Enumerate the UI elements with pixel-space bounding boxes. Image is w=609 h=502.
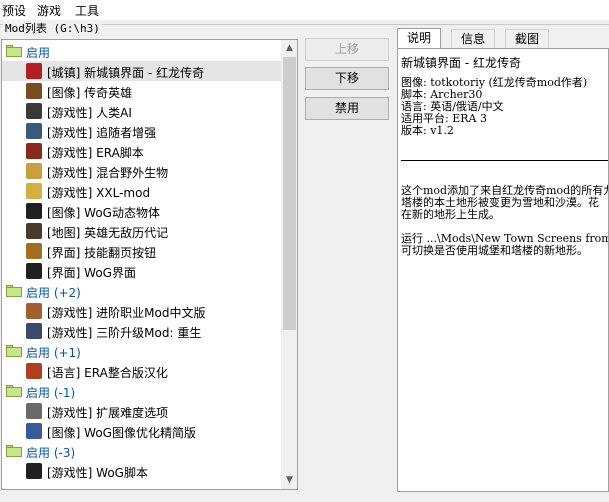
folder-icon xyxy=(6,445,22,457)
mod-label: [游戏性] WoG脚本 xyxy=(47,466,148,480)
group-label: 启用 (-1) xyxy=(26,386,76,400)
mod-label: [游戏性] 追随者增强 xyxy=(47,126,157,140)
tree-scrollbar[interactable]: ▲ ▼ xyxy=(281,40,297,489)
mod-meta: 图像: totkotoriy (红龙传奇mod作者) 脚本: Archer30 … xyxy=(401,76,588,137)
scroll-thumb[interactable] xyxy=(283,57,296,330)
button-icon xyxy=(26,243,42,259)
image-opt-icon xyxy=(26,423,42,439)
mod-item[interactable]: [城镇] 新城镇界面 - 红龙传奇 xyxy=(2,61,281,81)
mod-label: [图像] WoG图像优化精简版 xyxy=(47,426,196,440)
folder-icon xyxy=(6,385,22,397)
mod-label: [界面] WoG界面 xyxy=(47,266,136,280)
mod-label: [游戏性] 人类AI xyxy=(47,106,132,120)
group-label: 启用 xyxy=(26,46,51,60)
move-down-button[interactable]: 下移 xyxy=(305,67,389,90)
wog-eye-icon xyxy=(26,263,42,279)
group-header[interactable]: 启用 (+2) xyxy=(2,281,281,301)
tab-description[interactable]: 说明 xyxy=(397,28,441,49)
menu-presets[interactable]: 预设 xyxy=(2,2,26,19)
difficulty-icon xyxy=(26,403,42,419)
mod-item[interactable]: [游戏性] 混合野外生物 xyxy=(2,161,281,181)
disable-button[interactable]: 禁用 xyxy=(305,97,389,120)
mod-tree[interactable]: [游戏性] WoG脚本 启用 (-3) [图像] WoG图像优化精简版 [游戏性] 扩… xyxy=(1,39,298,490)
mod-item[interactable]: [游戏性] WoG脚本 xyxy=(2,461,281,481)
mod-list-title: Mod列表 (G:\h3) xyxy=(3,20,102,36)
xxl-icon xyxy=(26,183,42,199)
menu-bar: 预设 游戏 工具 xyxy=(0,0,609,20)
mod-item[interactable]: [游戏性] XXL-mod xyxy=(2,181,281,201)
follower-icon xyxy=(26,123,42,139)
red-circle-icon xyxy=(26,63,42,79)
mod-label: [游戏性] ERA脚本 xyxy=(47,146,144,160)
group-header[interactable]: 启用 (-1) xyxy=(2,381,281,401)
mod-label: [界面] 技能翻页按钮 xyxy=(47,246,157,260)
scroll-up-arrow-icon[interactable]: ▲ xyxy=(281,40,297,57)
mod-label: [游戏性] 三阶升级Mod: 重生 xyxy=(47,326,202,340)
scroll-down-arrow-icon[interactable]: ▼ xyxy=(281,472,297,489)
ai-figure-icon xyxy=(26,103,42,119)
mod-label: [游戏性] 进阶职业Mod中文版 xyxy=(47,306,206,320)
mod-label: [图像] WoG动态物体 xyxy=(47,206,160,220)
group-header[interactable]: 启用 xyxy=(2,41,281,61)
group-label: 启用 (+2) xyxy=(26,286,81,300)
mod-label: [城镇] 新城镇界面 - 红龙传奇 xyxy=(47,66,205,80)
class-icon xyxy=(26,303,42,319)
portrait-icon xyxy=(26,83,42,99)
menu-game[interactable]: 游戏 xyxy=(37,2,61,19)
mod-item[interactable]: [游戏性] ERA脚本 xyxy=(2,141,281,161)
mod-item[interactable]: [游戏性] 追随者增强 xyxy=(2,121,281,141)
group-header[interactable]: 启用 (-3) xyxy=(2,441,281,461)
mod-label: [游戏性] 扩展难度选项 xyxy=(47,406,169,420)
mod-item[interactable]: [图像] 传奇英雄 xyxy=(2,81,281,101)
mod-label: [游戏性] XXL-mod xyxy=(47,186,151,200)
mod-item[interactable]: [图像] WoG动态物体 xyxy=(2,201,281,221)
wog-eye-icon xyxy=(26,463,42,479)
creature-icon xyxy=(26,163,42,179)
mod-item[interactable]: [图像] WoG图像优化精简版 xyxy=(2,421,281,441)
folder-icon xyxy=(6,345,22,357)
folder-icon xyxy=(6,285,22,297)
group-label: 启用 (+1) xyxy=(26,346,81,360)
folder-icon xyxy=(6,45,22,57)
mod-item[interactable]: [地图] 英雄无敌历代记 xyxy=(2,221,281,241)
mod-label: [游戏性] 混合野外生物 xyxy=(47,166,169,180)
mod-item[interactable]: [界面] WoG界面 xyxy=(2,261,281,281)
menu-tools[interactable]: 工具 xyxy=(75,2,99,19)
mod-item[interactable]: [界面] 技能翻页按钮 xyxy=(2,241,281,261)
mod-description: 这个mod添加了来自红龙传奇mod的所有九 塔楼的本土地形被变更为雪地和沙漠。花… xyxy=(401,184,609,257)
mod-item[interactable]: [游戏性] 扩展难度选项 xyxy=(2,401,281,421)
upgrade-icon xyxy=(26,323,42,339)
detail-tabs: 说明 信息 截图 xyxy=(397,28,609,49)
era-icon xyxy=(26,143,42,159)
tab-info[interactable]: 信息 xyxy=(451,29,495,49)
move-up-button[interactable]: 上移 xyxy=(305,38,389,61)
mod-item[interactable]: [游戏性] 进阶职业Mod中文版 xyxy=(2,301,281,321)
divider xyxy=(401,160,608,161)
mod-label: [地图] 英雄无敌历代记 xyxy=(47,226,169,240)
mod-label: [语言] ERA整合版汉化 xyxy=(47,366,168,380)
description-panel: 新城镇界面 - 红龙传奇 图像: totkotoriy (红龙传奇mod作者) … xyxy=(397,48,609,492)
map-icon xyxy=(26,223,42,239)
group-label: 启用 (-3) xyxy=(26,446,76,460)
wog-eye-icon xyxy=(26,203,42,219)
language-icon xyxy=(26,363,42,379)
group-header[interactable]: 启用 (+1) xyxy=(2,341,281,361)
mod-title: 新城镇界面 - 红龙传奇 xyxy=(401,56,521,70)
mod-item[interactable]: [语言] ERA整合版汉化 xyxy=(2,361,281,381)
mod-label: [图像] 传奇英雄 xyxy=(47,86,133,100)
tab-screenshots[interactable]: 截图 xyxy=(505,29,549,49)
mod-item[interactable]: [游戏性] 三阶升级Mod: 重生 xyxy=(2,321,281,341)
mod-item[interactable]: [游戏性] 人类AI xyxy=(2,101,281,121)
